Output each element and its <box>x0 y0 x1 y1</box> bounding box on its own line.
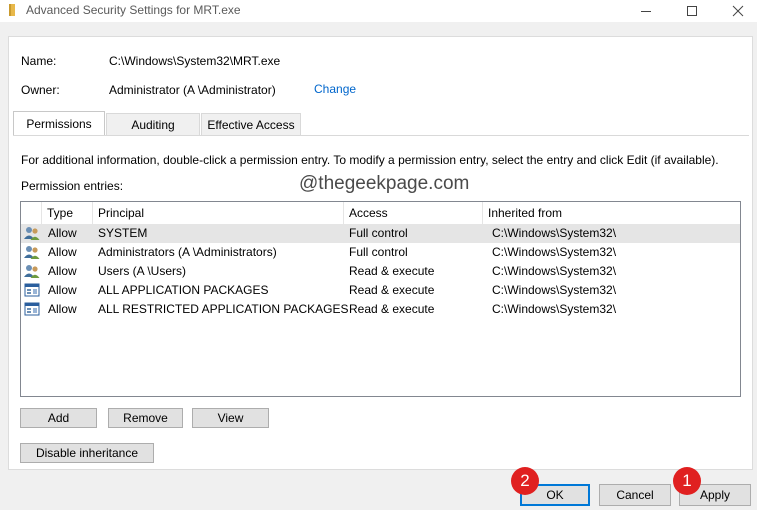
maximize-icon <box>687 6 697 16</box>
column-header-inherited-from[interactable]: Inherited from <box>483 202 740 224</box>
row-principal: Administrators (A \Administrators) <box>98 245 277 259</box>
close-button[interactable] <box>715 0 757 22</box>
minimize-button[interactable] <box>623 0 669 22</box>
name-label: Name: <box>21 54 57 68</box>
step-badge-apply: 1 <box>673 467 701 495</box>
column-header-access[interactable]: Access <box>344 202 483 224</box>
row-principal: ALL RESTRICTED APPLICATION PACKAGES <box>98 302 349 316</box>
owner-value: Administrator (A \Administrator) <box>109 83 276 97</box>
row-principal: Users (A \Users) <box>98 264 187 278</box>
row-access: Full control <box>349 226 408 240</box>
window-title: Advanced Security Settings for MRT.exe <box>26 3 241 17</box>
row-inherited-from: C:\Windows\System32\ <box>492 302 617 316</box>
table-row[interactable]: Allow ALL RESTRICTED APPLICATION PACKAGE… <box>21 300 740 319</box>
row-access: Full control <box>349 245 408 259</box>
row-access: Read & execute <box>349 302 435 316</box>
info-text: For additional information, double-click… <box>21 153 719 167</box>
title-bar: Advanced Security Settings for MRT.exe <box>0 0 757 22</box>
column-header-type[interactable]: Type <box>42 202 93 224</box>
owner-label: Owner: <box>21 83 60 97</box>
step-badge-ok: 2 <box>511 467 539 495</box>
watermark: @thegeekpage.com <box>299 173 470 194</box>
cancel-button[interactable]: Cancel <box>599 484 671 506</box>
add-button[interactable]: Add <box>20 408 97 428</box>
disable-inheritance-button[interactable]: Disable inheritance <box>20 443 154 463</box>
tab-auditing[interactable]: Auditing <box>106 113 200 135</box>
row-type: Allow <box>48 226 77 240</box>
row-principal: SYSTEM <box>98 226 148 240</box>
column-header-principal[interactable]: Principal <box>93 202 344 224</box>
row-inherited-from: C:\Windows\System32\ <box>492 264 617 278</box>
maximize-button[interactable] <box>669 0 715 22</box>
permission-entries-list[interactable]: Type Principal Access Inherited from All… <box>20 201 741 397</box>
users-icon <box>24 263 40 279</box>
permission-entries-label: Permission entries: <box>21 179 124 193</box>
content-panel: Name: C:\Windows\System32\MRT.exe Owner:… <box>8 36 753 470</box>
table-row[interactable]: Allow ALL APPLICATION PACKAGES Read & ex… <box>21 281 740 300</box>
table-row[interactable]: Allow SYSTEM Full control C:\Windows\Sys… <box>21 224 740 243</box>
app-package-icon <box>24 282 40 298</box>
users-icon <box>24 225 40 241</box>
row-access: Read & execute <box>349 264 435 278</box>
tab-permissions[interactable]: Permissions <box>13 111 105 135</box>
app-package-icon <box>24 301 40 317</box>
row-type: Allow <box>48 302 77 316</box>
row-inherited-from: C:\Windows\System32\ <box>492 283 617 297</box>
tab-divider <box>13 135 749 136</box>
row-inherited-from: C:\Windows\System32\ <box>492 245 617 259</box>
row-type: Allow <box>48 245 77 259</box>
row-type: Allow <box>48 264 77 278</box>
row-principal: ALL APPLICATION PACKAGES <box>98 283 269 297</box>
list-header: Type Principal Access Inherited from <box>21 202 740 224</box>
view-button[interactable]: View <box>192 408 269 428</box>
column-header-icon[interactable] <box>21 202 42 224</box>
row-inherited-from: C:\Windows\System32\ <box>492 226 617 240</box>
remove-button[interactable]: Remove <box>108 408 183 428</box>
change-owner-link[interactable]: Change <box>314 82 356 96</box>
close-icon <box>732 5 744 17</box>
tab-effective-access[interactable]: Effective Access <box>201 113 301 135</box>
name-value: C:\Windows\System32\MRT.exe <box>109 54 281 68</box>
folder-icon <box>6 4 18 16</box>
users-icon <box>24 244 40 260</box>
table-row[interactable]: Allow Administrators (A \Administrators)… <box>21 243 740 262</box>
minimize-icon <box>641 11 651 12</box>
row-access: Read & execute <box>349 283 435 297</box>
row-type: Allow <box>48 283 77 297</box>
table-row[interactable]: Allow Users (A \Users) Read & execute C:… <box>21 262 740 281</box>
